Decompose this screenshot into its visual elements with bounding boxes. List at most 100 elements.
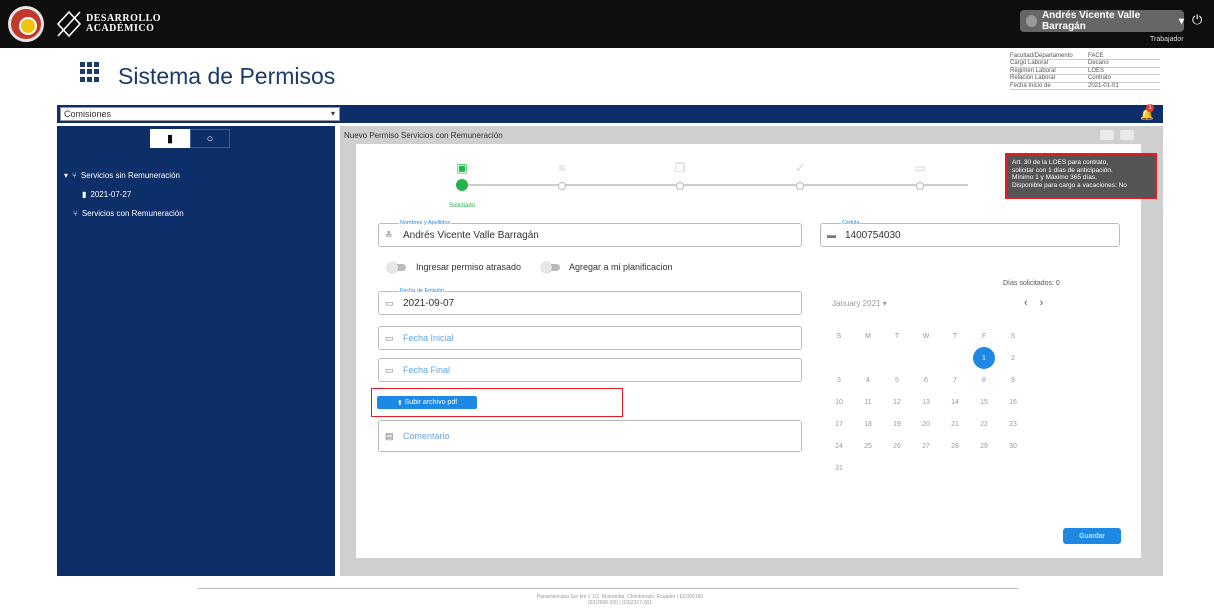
requested-days: Días solicitados: 0 <box>1003 280 1060 287</box>
calendar-day[interactable]: 3 <box>832 369 846 391</box>
calendar-day[interactable]: 14 <box>948 391 962 413</box>
planning-toggle[interactable] <box>541 262 560 273</box>
calendar-day[interactable]: 26 <box>890 435 904 457</box>
apps-grid-icon[interactable] <box>80 62 100 82</box>
calendar-day[interactable]: 20 <box>919 413 933 435</box>
add-document-icon: ▣ <box>456 161 468 175</box>
tree-item-sin-remuneracion[interactable]: ▾ ⑂ Servicios sin Remuneración <box>64 166 184 185</box>
calendar-day[interactable]: 2 <box>1006 347 1020 369</box>
info-row: Relación Laboral Contrato <box>1010 75 1160 83</box>
calendar-day[interactable]: 25 <box>861 435 875 457</box>
info-label: Relación Laboral <box>1010 75 1056 82</box>
calendar-day[interactable]: 28 <box>948 435 962 457</box>
calendar-day[interactable]: 23 <box>1006 413 1020 435</box>
calendar-month-label: January 2021 <box>832 299 881 308</box>
cloud-upload-icon[interactable] <box>1100 130 1114 140</box>
calendar-day[interactable]: 22 <box>977 413 991 435</box>
power-icon[interactable]: ⏻ <box>1192 12 1202 28</box>
calendar-day[interactable]: 21 <box>948 413 962 435</box>
weekday-label: M <box>865 332 871 340</box>
end-date-placeholder: Fecha Final <box>403 365 451 375</box>
calendar-day[interactable]: 15 <box>977 391 991 413</box>
calendar-day[interactable]: 12 <box>890 391 904 413</box>
calendar-day[interactable]: 30 <box>1006 435 1020 457</box>
emission-date-label: Fecha de Emisión <box>399 288 446 294</box>
tab-history[interactable]: ○ <box>190 129 230 148</box>
employee-info-table: Facultad/Departamento FACE Cargo Laboral D… <box>1010 53 1160 91</box>
tree-item-label: 2021-07-27 <box>90 190 132 199</box>
emission-date-field[interactable]: Fecha de Emisión ▭ 2021-09-07 <box>378 288 802 315</box>
info-row: Facultad/Departamento FACE <box>1010 53 1160 61</box>
calendar-day[interactable]: 24 <box>832 435 846 457</box>
rule-tooltip: Art. 30 de la LOES para contrato, solici… <box>1005 153 1157 199</box>
footer-divider <box>198 588 1018 589</box>
step-dot <box>456 179 468 191</box>
calendar-icon: ▭ <box>385 333 394 343</box>
comment-field[interactable]: ▤ Comentario <box>378 420 802 452</box>
calendar-day[interactable]: 19 <box>890 413 904 435</box>
start-date-field[interactable]: ▭ Fecha Inicial <box>378 326 802 350</box>
upload-button-label: Subir archivo pdf <box>404 399 458 406</box>
chevron-left-icon[interactable]: ‹ <box>1024 297 1040 309</box>
calendar-day[interactable]: 5 <box>890 369 904 391</box>
footer: Panamericana Sur km 1 1/2. Riobamba, Chi… <box>470 594 770 606</box>
user-role: Trabajador <box>1150 36 1184 43</box>
info-row: Fecha Inicio de 2021-01-01 <box>1010 82 1160 91</box>
calendar-day[interactable]: 4 <box>861 369 875 391</box>
tree-item-label: Servicios sin Remuneración <box>80 171 180 180</box>
info-row: Cargo Laboral Decano <box>1010 60 1160 68</box>
cedula-field[interactable]: Cédula ▬ 1400754030 <box>820 220 1120 247</box>
calendar-day[interactable]: 6 <box>919 369 933 391</box>
late-permission-toggle[interactable] <box>387 262 406 273</box>
branch-icon: ⑂ <box>72 171 77 180</box>
caret-down-icon: ▾ <box>64 171 69 180</box>
tab-documents[interactable]: ▮ <box>150 129 190 148</box>
name-field[interactable]: Nombres y Apellidos ≛ Andrés Vicente Val… <box>378 220 802 247</box>
tooltip-line: Art. 30 de la LOES para contrato, <box>1012 159 1109 166</box>
weekday-label: S <box>836 332 842 340</box>
calendar-icon: ▭ <box>385 298 394 308</box>
calendar-day[interactable]: 7 <box>948 369 962 391</box>
cedula-field-label: Cédula <box>841 220 861 226</box>
info-value: Decano <box>1088 60 1109 67</box>
late-permission-label: Ingresar permiso atrasado <box>416 262 522 272</box>
upload-pdf-button[interactable]: ⬆ Subir archivo pdf <box>377 396 477 409</box>
calendar-grid: S M T W T F S 1 2 3456789 10 11 12 13 14 15 16… <box>832 325 1035 479</box>
calendar-day[interactable]: 31 <box>832 457 846 479</box>
user-avatar-icon <box>1026 15 1037 27</box>
branch-icon: ⑂ <box>73 209 78 218</box>
chevron-right-icon[interactable]: › <box>1040 297 1056 309</box>
chevron-down-icon: ▾ <box>1178 15 1184 27</box>
calendar-day[interactable]: 29 <box>977 435 991 457</box>
step-dot <box>796 182 804 190</box>
tree-item-label: Servicios con Remuneración <box>81 209 184 218</box>
step-dot <box>676 182 684 190</box>
permission-type-select[interactable]: Comisiones ▾ <box>60 107 340 121</box>
university-seal-logo <box>8 6 44 42</box>
step-5: ▭ <box>910 160 930 190</box>
calendar-day[interactable]: 8 <box>977 369 991 391</box>
calendar-day[interactable]: 27 <box>919 435 933 457</box>
info-value: 2021-01-01 <box>1088 82 1119 89</box>
calendar-day-selected[interactable]: 1 <box>973 347 995 369</box>
id-card-icon: ▬ <box>827 230 836 240</box>
list-icon: ≡ <box>558 161 566 175</box>
save-button[interactable]: Guardar <box>1063 528 1121 544</box>
calendar-day[interactable]: 17 <box>832 413 846 435</box>
weekday-label: F <box>981 332 987 340</box>
calendar-day[interactable]: 9 <box>1006 369 1020 391</box>
calendar-day[interactable]: 10 <box>832 391 846 413</box>
user-menu-button[interactable]: Andrés Vicente Valle Barragán ▾ <box>1020 10 1184 32</box>
end-date-field[interactable]: ▭ Fecha Final <box>378 358 802 382</box>
tooltip-line: Disponible para cargo a vacaciones: No <box>1012 181 1127 189</box>
calendar-day[interactable]: 11 <box>861 391 875 413</box>
tree-item-date[interactable]: ▮ 2021-07-27 <box>64 185 184 204</box>
close-icon[interactable] <box>1120 130 1134 140</box>
calendar-day[interactable]: 13 <box>919 391 933 413</box>
calendar-month-select[interactable]: January 2021 ▾ <box>832 299 887 308</box>
name-field-value: Andrés Vicente Valle Barragán <box>403 230 539 241</box>
cedula-field-value: 1400754030 <box>845 230 901 241</box>
tree-item-con-remuneracion[interactable]: ⑂ Servicios con Remuneración <box>64 204 184 223</box>
calendar-day[interactable]: 18 <box>861 413 875 435</box>
calendar-day[interactable]: 16 <box>1006 391 1020 413</box>
